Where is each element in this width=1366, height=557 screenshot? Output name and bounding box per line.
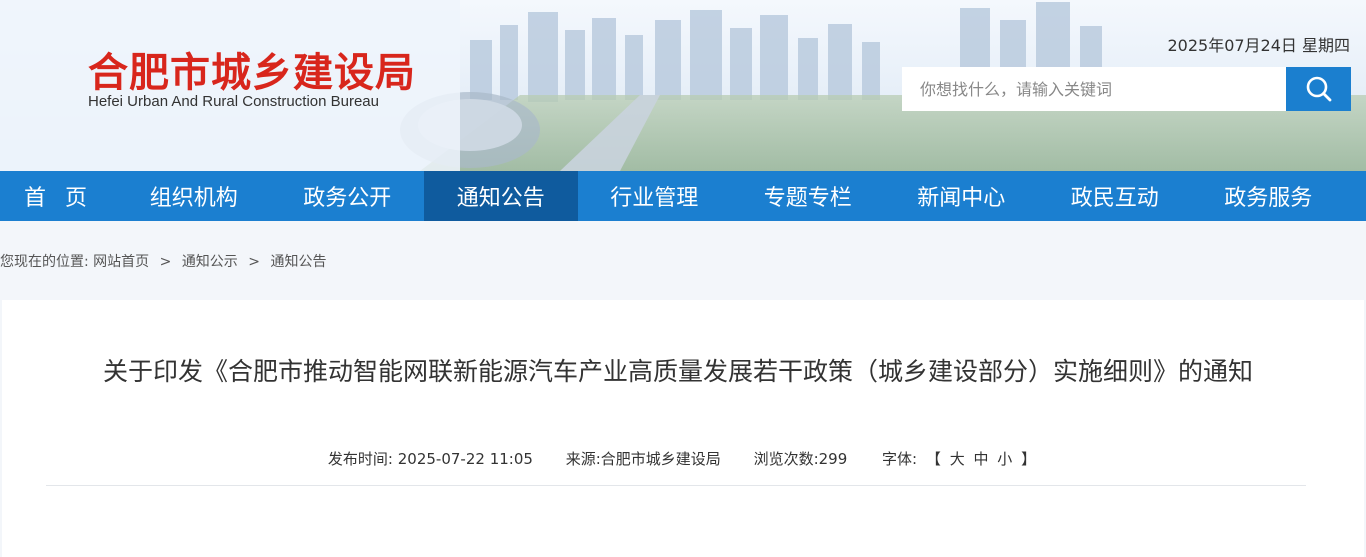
search-input[interactable]	[902, 67, 1286, 111]
breadcrumb-prefix: 您现在的位置:	[0, 254, 89, 270]
nav-item-home[interactable]: 首 页	[0, 171, 117, 221]
search-button[interactable]	[1286, 67, 1351, 111]
font-size-small-button[interactable]: 小	[997, 450, 1012, 468]
breadcrumb-link-home[interactable]: 网站首页	[93, 254, 149, 270]
article-title: 关于印发《合肥市推动智能网联新能源汽车产业高质量发展若干政策（城乡建设部分）实施…	[102, 357, 1253, 386]
site-title: 合肥市城乡建设局	[88, 49, 416, 96]
current-date: 2025年07月24日 星期四	[1167, 36, 1350, 55]
article-meta: 发布时间: 2025-07-22 11:05 来源:合肥市城乡建设局 浏览次数:…	[2, 448, 1364, 469]
nav-item-news-center[interactable]: 新闻中心	[885, 171, 1039, 221]
site-subtitle: Hefei Urban And Rural Construction Burea…	[88, 93, 379, 110]
font-size-large-button[interactable]: 大	[950, 450, 965, 468]
source-value: 合肥市城乡建设局	[600, 450, 721, 468]
font-size-control: 字体: 【 大 中 小 】	[880, 450, 1038, 468]
nav-item-government-services[interactable]: 政务服务	[1192, 171, 1346, 221]
font-bracket-open: 【	[925, 450, 941, 468]
nav-item-special-topics[interactable]: 专题专栏	[731, 171, 885, 221]
header-banner: 合肥市城乡建设局 Hefei Urban And Rural Construct…	[0, 0, 1366, 171]
nav-item-notices[interactable]: 通知公告	[424, 171, 578, 221]
publish-time-label: 发布时间:	[327, 450, 393, 468]
font-size-label: 字体:	[882, 450, 918, 468]
font-size-medium-button[interactable]: 中	[973, 450, 988, 468]
nav-item-industry-management[interactable]: 行业管理	[578, 171, 732, 221]
publish-time: 发布时间: 2025-07-22 11:05	[328, 450, 533, 468]
view-count-value: 299	[818, 450, 848, 468]
article-card: 关于印发《合肥市推动智能网联新能源汽车产业高质量发展若干政策（城乡建设部分）实施…	[2, 300, 1364, 557]
search-box	[902, 67, 1351, 111]
font-bracket-close: 】	[1021, 450, 1037, 468]
breadcrumb-link-notices[interactable]: 通知公告	[270, 254, 326, 270]
nav-item-organization[interactable]: 组织机构	[117, 171, 271, 221]
breadcrumb-separator: >	[159, 254, 172, 270]
source-label: 来源:	[565, 450, 601, 468]
publish-time-value: 2025-07-22 11:05	[397, 450, 533, 468]
breadcrumb-separator: >	[248, 254, 260, 270]
divider	[46, 485, 1306, 486]
main-nav: 首 页 组织机构 政务公开 通知公告 行业管理 专题专栏 新闻中心 政民互动 政…	[0, 171, 1366, 221]
view-count: 浏览次数:299	[754, 450, 848, 468]
breadcrumb: 您现在的位置: 网站首页 > 通知公示 > 通知公告	[0, 251, 326, 271]
view-count-label: 浏览次数:	[753, 450, 819, 468]
nav-item-public-interaction[interactable]: 政民互动	[1038, 171, 1192, 221]
breadcrumb-link-notice-publicity[interactable]: 通知公示	[182, 254, 238, 270]
source: 来源:合肥市城乡建设局	[566, 450, 721, 468]
nav-item-government-affairs[interactable]: 政务公开	[271, 171, 425, 221]
search-icon	[1306, 76, 1331, 102]
